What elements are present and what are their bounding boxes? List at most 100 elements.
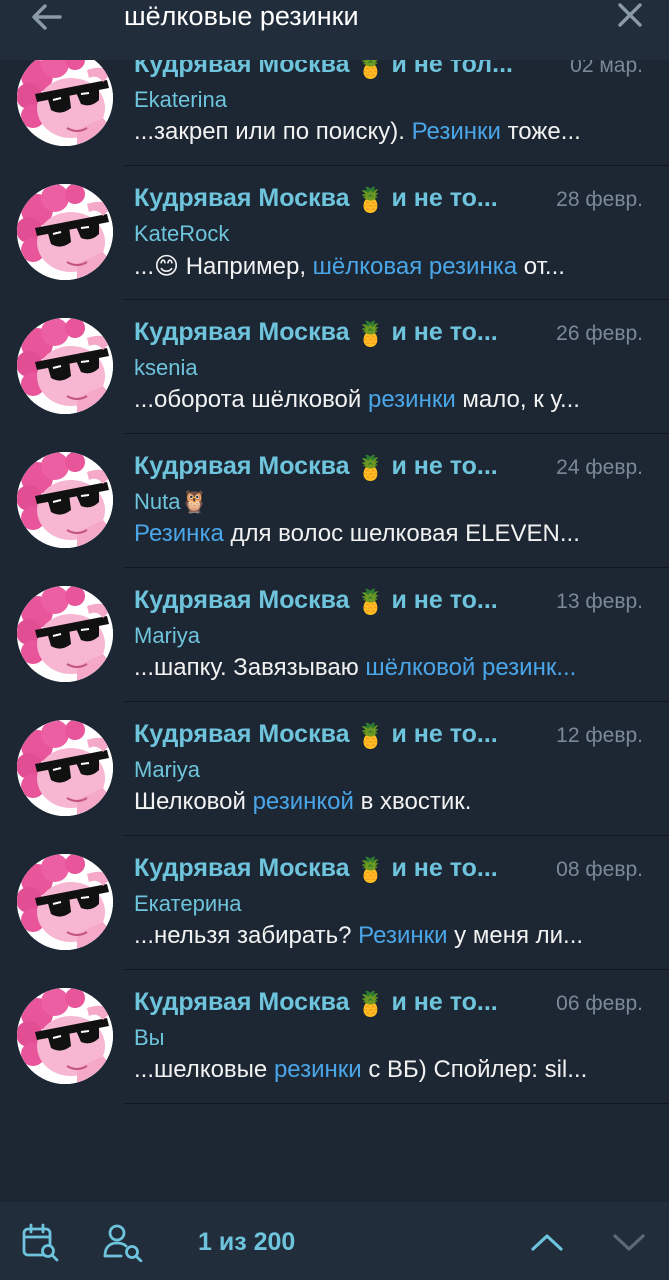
chat-title-tail: и не то... (391, 854, 498, 882)
pineapple-emoji: 🍍 (355, 455, 386, 482)
chat-title-tail: и не то... (391, 318, 498, 346)
message-date: 06 февр. (556, 992, 643, 1015)
arrow-left-icon (32, 4, 62, 30)
pineapple-emoji: 🍍 (355, 321, 386, 348)
snippet-text: ...закреп или по поиску). (134, 118, 412, 145)
chat-avatar (17, 184, 113, 280)
next-result-button[interactable] (608, 1224, 650, 1260)
pony-sunglasses-avatar-image (17, 452, 113, 548)
message-snippet: Резинка для волос шелковая ELEVEN... (134, 520, 619, 552)
snippet-text: у меня ли... (447, 922, 584, 949)
chat-title: Кудрявая Москва 🍍 и не то... (134, 854, 534, 886)
search-header (0, 0, 669, 60)
search-result-row[interactable]: Кудрявая Москва 🍍 и не то... 08 февр. Екатер… (0, 836, 669, 970)
message-snippet: ...закреп или по поиску). Резинки тоже..… (134, 118, 619, 150)
message-date: 28 февр. (556, 188, 643, 211)
search-input[interactable] (124, 0, 594, 32)
highlighted-match: шёлковая резинка (312, 253, 518, 280)
highlighted-match: Резинки (358, 922, 448, 949)
search-by-user-button[interactable] (100, 1222, 146, 1262)
search-result-row[interactable]: Кудрявая Москва 🍍 и не то... 06 февр. Вы ...ш… (0, 970, 669, 1104)
chat-title-text: Кудрявая Москва (134, 452, 350, 480)
chat-title-tail: и не то... (391, 988, 498, 1016)
snippet-text: мало, к у... (455, 386, 580, 413)
snippet-text: в хвостик. (353, 788, 472, 815)
row-divider (124, 1103, 669, 1104)
back-button[interactable] (22, 0, 72, 34)
highlighted-match: Резинки (411, 118, 501, 145)
chat-title-text: Кудрявая Москва (134, 184, 350, 212)
pony-sunglasses-avatar-image (17, 318, 113, 414)
snippet-text: Шелковой (134, 788, 253, 815)
message-date: 24 февр. (556, 456, 643, 479)
chat-title: Кудрявая Москва 🍍 и не то... (134, 586, 534, 618)
snippet-text: с ВБ) Спойлер: sil... (361, 1056, 588, 1083)
pineapple-emoji: 🍍 (355, 187, 386, 214)
clear-search-button[interactable] (613, 0, 647, 30)
sender-name: ksenia (134, 355, 198, 380)
chat-title: Кудрявая Москва 🍍 и не то... (134, 184, 534, 216)
snippet-text: ...оборота шёлковой (134, 386, 368, 413)
sender-name: Ekaterina (134, 87, 227, 112)
message-snippet: ...шелковые резинки с ВБ) Спойлер: sil..… (134, 1056, 619, 1088)
highlighted-match: Резинка (134, 520, 224, 547)
chat-title: Кудрявая Москва 🍍 и не то... (134, 452, 534, 484)
pony-sunglasses-avatar-image (17, 854, 113, 950)
sender-name: Mariya (134, 623, 201, 648)
message-snippet: ...оборота шёлковой резинки мало, к у... (134, 386, 619, 418)
chat-title-tail: и не то... (391, 184, 498, 212)
search-result-row[interactable]: Кудрявая Москва 🍍 и не то... 28 февр. KateRo… (0, 166, 669, 300)
pineapple-emoji: 🍍 (355, 857, 386, 884)
snippet-text: ...шелковые (134, 1056, 274, 1083)
search-result-row[interactable]: Кудрявая Москва 🍍 и не то... 13 февр. Mariya… (0, 568, 669, 702)
chat-title-text: Кудрявая Москва (134, 586, 350, 614)
pony-sunglasses-avatar-image (17, 184, 113, 280)
message-date: 12 февр. (556, 724, 643, 747)
chat-title-text: Кудрявая Москва (134, 318, 350, 346)
chat-avatar (17, 50, 113, 146)
message-date: 08 февр. (556, 858, 643, 881)
close-icon (618, 3, 642, 27)
highlighted-match: шёлковой резинк... (365, 654, 577, 681)
chat-title-text: Кудрявая Москва (134, 854, 350, 882)
chat-title-text: Кудрявая Москва (134, 988, 350, 1016)
chat-title: Кудрявая Москва 🍍 и не то... (134, 720, 534, 752)
snippet-text: для волос шелковая ELEVEN... (223, 520, 580, 547)
sender-name: Екатерина (134, 891, 242, 916)
search-results-list[interactable]: АсяДевочки, шёлковые резинки по 150 ру..… (0, 0, 669, 1202)
chat-avatar (17, 586, 113, 682)
highlighted-match: резинки (273, 1056, 362, 1083)
snippet-text: тоже... (500, 118, 581, 145)
result-counter: 1 из 200 (198, 1228, 296, 1256)
chevron-down-icon (613, 1234, 645, 1251)
snippet-text: от... (517, 253, 565, 280)
message-snippet: ...шапку. Завязываю шёлковой резинк... (134, 654, 619, 686)
message-snippet: ...😊 Например, шёлковая резинка от... (134, 252, 619, 284)
pony-sunglasses-avatar-image (17, 50, 113, 146)
snippet-text: ...😊 Например, (134, 253, 313, 280)
chat-title: Кудрявая Москва 🍍 и не то... (134, 988, 534, 1020)
search-result-row[interactable]: Кудрявая Москва 🍍 и не то... 24 февр. Nuta🦉 Р… (0, 434, 669, 568)
pony-sunglasses-avatar-image (17, 586, 113, 682)
sender-name: KateRock (134, 221, 230, 246)
message-snippet: Шелковой резинкой в хвостик. (134, 788, 619, 820)
search-result-row[interactable]: Кудрявая Москва 🍍 и не то... 12 февр. Mariya… (0, 702, 669, 836)
search-result-row[interactable]: Кудрявая Москва 🍍 и не то... 26 февр. ksenia… (0, 300, 669, 434)
sender-name: Nuta🦉 (134, 489, 208, 514)
calendar-search-icon (22, 1223, 59, 1262)
sender-name: Mariya (134, 757, 201, 782)
pony-sunglasses-avatar-image (17, 988, 113, 1084)
highlighted-match: резинкой (252, 788, 354, 815)
chevron-up-icon (531, 1234, 563, 1251)
chat-avatar (17, 318, 113, 414)
search-by-date-button[interactable] (18, 1222, 62, 1262)
user-search-icon (103, 1224, 143, 1262)
message-snippet: ...нельзя забирать? Резинки у меня ли... (134, 922, 619, 954)
chat-title-tail: и не то... (391, 452, 498, 480)
chat-avatar (17, 854, 113, 950)
chat-title-text: Кудрявая Москва (134, 720, 350, 748)
snippet-text: ...шапку. Завязываю (134, 654, 366, 681)
previous-result-button[interactable] (526, 1224, 568, 1260)
highlighted-match: резинки (367, 386, 456, 413)
chat-avatar (17, 988, 113, 1084)
